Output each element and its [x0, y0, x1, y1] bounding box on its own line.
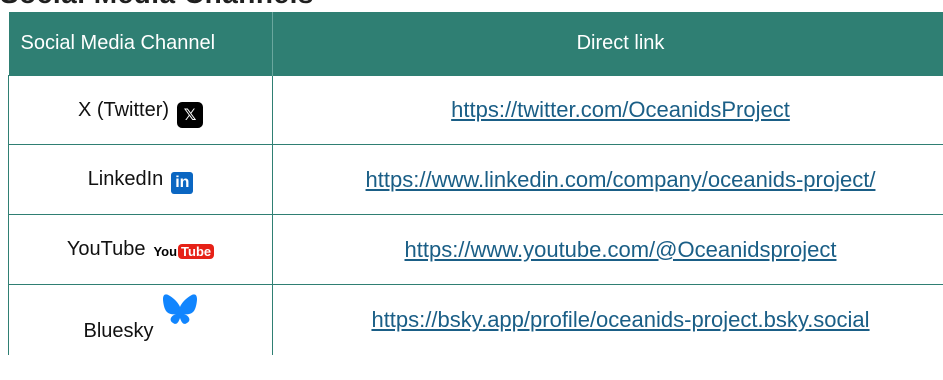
- channel-name: Bluesky: [83, 319, 154, 342]
- social-media-table: Social Media Channel Direct link X (Twit…: [8, 12, 943, 355]
- bluesky-link[interactable]: https://bsky.app/profile/oceanids-projec…: [371, 307, 869, 332]
- channel-name: LinkedIn: [87, 168, 164, 190]
- table-row: YouTube You Tube https://www.youtube.com/…: [8, 214, 943, 285]
- link-cell: https://twitter.com/OceanidsProject: [272, 75, 943, 145]
- linkedin-logo-icon: in: [171, 171, 194, 194]
- page: Social Media Channels Social Media Chann…: [0, 0, 943, 380]
- table-row: X (Twitter) 𝕏 https://twitter.com/Oceani…: [8, 75, 943, 145]
- link-cell: https://bsky.app/profile/oceanids-projec…: [272, 284, 943, 355]
- link-cell: https://www.linkedin.com/company/oceanid…: [272, 144, 943, 215]
- table-header-row: Social Media Channel Direct link: [8, 12, 943, 76]
- youtube-logo-icon: You Tube: [153, 244, 215, 259]
- channel-cell: YouTube You Tube: [8, 214, 273, 285]
- youtube-link[interactable]: https://www.youtube.com/@Oceanidsproject: [405, 237, 837, 262]
- twitter-link[interactable]: https://twitter.com/OceanidsProject: [451, 97, 790, 122]
- column-header-link: Direct link: [272, 12, 943, 76]
- linkedin-link[interactable]: https://www.linkedin.com/company/oceanid…: [366, 167, 876, 192]
- channel-cell: X (Twitter) 𝕏: [8, 75, 273, 145]
- channel-name: X (Twitter): [77, 98, 170, 121]
- table-row: LinkedIn in https://www.linkedin.com/com…: [8, 144, 943, 215]
- channel-cell: Bluesky: [8, 284, 273, 355]
- table-row: Bluesky https://bsky.app/profile/oceanid…: [8, 284, 943, 355]
- link-cell: https://www.youtube.com/@Oceanidsproject: [272, 214, 943, 285]
- channel-cell: LinkedIn in: [8, 144, 273, 215]
- column-header-channel: Social Media Channel: [8, 12, 273, 76]
- bluesky-butterfly-icon: [162, 294, 197, 324]
- page-heading: Social Media Channels: [0, 0, 314, 10]
- x-logo-icon: 𝕏: [177, 102, 204, 128]
- channel-name: YouTube: [66, 238, 146, 260]
